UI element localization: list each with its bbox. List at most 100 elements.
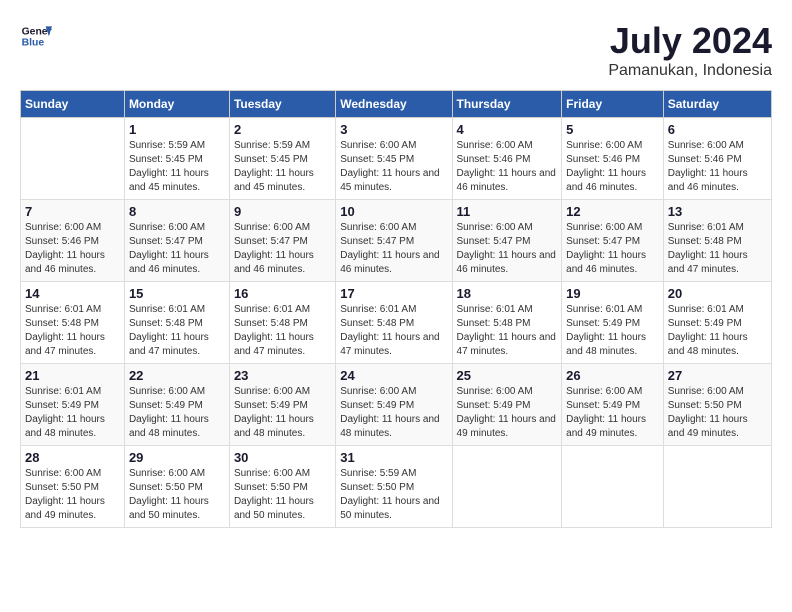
day-number: 5 xyxy=(566,122,659,137)
calendar-week-row: 7 Sunrise: 6:00 AMSunset: 5:46 PMDaylight… xyxy=(21,200,772,282)
day-info: Sunrise: 6:01 AMSunset: 5:48 PMDaylight:… xyxy=(668,221,767,277)
day-number: 10 xyxy=(340,204,447,219)
day-number: 30 xyxy=(234,450,331,465)
day-number: 3 xyxy=(340,122,447,137)
day-number: 21 xyxy=(25,368,120,383)
calendar-body: 1Sunrise: 5:59 AMSunset: 5:45 PMDaylight… xyxy=(21,118,772,528)
calendar-cell: 16 Sunrise: 6:01 AMSunset: 5:48 PMDayligh… xyxy=(229,282,335,364)
calendar-cell xyxy=(663,446,771,528)
day-number: 15 xyxy=(129,286,225,301)
calendar-cell: 25 Sunrise: 6:00 AMSunset: 5:49 PMDayligh… xyxy=(452,364,562,446)
day-info: Sunrise: 6:01 AMSunset: 5:48 PMDaylight:… xyxy=(129,303,225,359)
day-number: 18 xyxy=(457,286,558,301)
svg-text:Blue: Blue xyxy=(22,38,45,49)
calendar-header-monday: Monday xyxy=(124,91,229,118)
calendar-cell: 19Sunrise: 6:01 AMSunset: 5:49 PMDayligh… xyxy=(562,282,664,364)
day-info: Sunrise: 6:00 AMSunset: 5:45 PMDaylight:… xyxy=(340,139,447,195)
day-info: Sunrise: 5:59 AMSunset: 5:45 PMDaylight:… xyxy=(234,139,331,195)
day-number: 25 xyxy=(457,368,558,383)
calendar-header-wednesday: Wednesday xyxy=(336,91,452,118)
calendar-cell: 26Sunrise: 6:00 AMSunset: 5:49 PMDayligh… xyxy=(562,364,664,446)
calendar-header-friday: Friday xyxy=(562,91,664,118)
calendar-week-row: 14 Sunrise: 6:01 AMSunset: 5:48 PMDayligh… xyxy=(21,282,772,364)
calendar-header-sunday: Sunday xyxy=(21,91,125,118)
day-info: Sunrise: 6:01 AMSunset: 5:48 PMDaylight:… xyxy=(234,303,331,359)
calendar-cell: 6 Sunrise: 6:00 AMSunset: 5:46 PMDaylight… xyxy=(663,118,771,200)
calendar-week-row: 28 Sunrise: 6:00 AMSunset: 5:50 PMDayligh… xyxy=(21,446,772,528)
day-number: 4 xyxy=(457,122,558,137)
day-info: Sunrise: 6:00 AMSunset: 5:49 PMDaylight:… xyxy=(566,385,659,441)
day-info: Sunrise: 6:00 AMSunset: 5:47 PMDaylight:… xyxy=(457,221,558,277)
day-number: 16 xyxy=(234,286,331,301)
day-info: Sunrise: 6:00 AMSunset: 5:46 PMDaylight:… xyxy=(457,139,558,195)
calendar-cell xyxy=(452,446,562,528)
calendar-cell: 31 Sunrise: 5:59 AMSunset: 5:50 PMDayligh… xyxy=(336,446,452,528)
calendar-cell: 29 Sunrise: 6:00 AMSunset: 5:50 PMDayligh… xyxy=(124,446,229,528)
day-info: Sunrise: 6:00 AMSunset: 5:50 PMDaylight:… xyxy=(668,385,767,441)
day-info: Sunrise: 6:00 AMSunset: 5:49 PMDaylight:… xyxy=(457,385,558,441)
day-info: Sunrise: 6:01 AMSunset: 5:48 PMDaylight:… xyxy=(340,303,447,359)
page-title: July 2024 xyxy=(608,20,772,62)
calendar-cell: 10 Sunrise: 6:00 AMSunset: 5:47 PMDayligh… xyxy=(336,200,452,282)
calendar-cell: 22 Sunrise: 6:00 AMSunset: 5:49 PMDayligh… xyxy=(124,364,229,446)
day-number: 29 xyxy=(129,450,225,465)
day-info: Sunrise: 6:00 AMSunset: 5:50 PMDaylight:… xyxy=(234,467,331,523)
day-info: Sunrise: 6:00 AMSunset: 5:46 PMDaylight:… xyxy=(566,139,659,195)
day-number: 24 xyxy=(340,368,447,383)
calendar-cell: 8 Sunrise: 6:00 AMSunset: 5:47 PMDaylight… xyxy=(124,200,229,282)
day-number: 31 xyxy=(340,450,447,465)
page-subtitle: Pamanukan, Indonesia xyxy=(608,62,772,80)
title-area: July 2024 Pamanukan, Indonesia xyxy=(608,20,772,80)
day-number: 23 xyxy=(234,368,331,383)
day-number: 9 xyxy=(234,204,331,219)
day-info: Sunrise: 6:00 AMSunset: 5:46 PMDaylight:… xyxy=(668,139,767,195)
day-number: 28 xyxy=(25,450,120,465)
calendar-cell xyxy=(21,118,125,200)
calendar-cell: 15 Sunrise: 6:01 AMSunset: 5:48 PMDayligh… xyxy=(124,282,229,364)
day-info: Sunrise: 5:59 AMSunset: 5:45 PMDaylight:… xyxy=(129,139,225,195)
day-number: 12 xyxy=(566,204,659,219)
day-number: 22 xyxy=(129,368,225,383)
calendar-cell: 20 Sunrise: 6:01 AMSunset: 5:49 PMDayligh… xyxy=(663,282,771,364)
day-info: Sunrise: 6:00 AMSunset: 5:47 PMDaylight:… xyxy=(566,221,659,277)
calendar-cell: 21Sunrise: 6:01 AMSunset: 5:49 PMDayligh… xyxy=(21,364,125,446)
day-info: Sunrise: 6:00 AMSunset: 5:49 PMDaylight:… xyxy=(340,385,447,441)
calendar-table: SundayMondayTuesdayWednesdayThursdayFrid… xyxy=(20,90,772,528)
calendar-cell: 27Sunrise: 6:00 AMSunset: 5:50 PMDayligh… xyxy=(663,364,771,446)
day-number: 17 xyxy=(340,286,447,301)
day-info: Sunrise: 6:00 AMSunset: 5:50 PMDaylight:… xyxy=(25,467,120,523)
calendar-cell: 30 Sunrise: 6:00 AMSunset: 5:50 PMDayligh… xyxy=(229,446,335,528)
day-info: Sunrise: 6:00 AMSunset: 5:49 PMDaylight:… xyxy=(129,385,225,441)
calendar-week-row: 21Sunrise: 6:01 AMSunset: 5:49 PMDayligh… xyxy=(21,364,772,446)
day-info: Sunrise: 6:00 AMSunset: 5:47 PMDaylight:… xyxy=(129,221,225,277)
day-info: Sunrise: 6:00 AMSunset: 5:50 PMDaylight:… xyxy=(129,467,225,523)
calendar-cell: 2 Sunrise: 5:59 AMSunset: 5:45 PMDaylight… xyxy=(229,118,335,200)
day-info: Sunrise: 6:00 AMSunset: 5:46 PMDaylight:… xyxy=(25,221,120,277)
day-info: Sunrise: 6:00 AMSunset: 5:47 PMDaylight:… xyxy=(234,221,331,277)
calendar-cell: 5 Sunrise: 6:00 AMSunset: 5:46 PMDaylight… xyxy=(562,118,664,200)
calendar-cell: 23Sunrise: 6:00 AMSunset: 5:49 PMDayligh… xyxy=(229,364,335,446)
day-number: 20 xyxy=(668,286,767,301)
day-info: Sunrise: 6:00 AMSunset: 5:47 PMDaylight:… xyxy=(340,221,447,277)
calendar-cell: 11Sunrise: 6:00 AMSunset: 5:47 PMDayligh… xyxy=(452,200,562,282)
calendar-cell: 13Sunrise: 6:01 AMSunset: 5:48 PMDayligh… xyxy=(663,200,771,282)
day-info: Sunrise: 5:59 AMSunset: 5:50 PMDaylight:… xyxy=(340,467,447,523)
calendar-cell: 24 Sunrise: 6:00 AMSunset: 5:49 PMDayligh… xyxy=(336,364,452,446)
calendar-cell: 1Sunrise: 5:59 AMSunset: 5:45 PMDaylight… xyxy=(124,118,229,200)
day-info: Sunrise: 6:01 AMSunset: 5:49 PMDaylight:… xyxy=(566,303,659,359)
day-number: 6 xyxy=(668,122,767,137)
day-info: Sunrise: 6:01 AMSunset: 5:49 PMDaylight:… xyxy=(668,303,767,359)
day-number: 14 xyxy=(25,286,120,301)
calendar-cell: 12 Sunrise: 6:00 AMSunset: 5:47 PMDayligh… xyxy=(562,200,664,282)
calendar-cell: 28 Sunrise: 6:00 AMSunset: 5:50 PMDayligh… xyxy=(21,446,125,528)
logo-icon: General Blue xyxy=(20,20,52,52)
calendar-cell xyxy=(562,446,664,528)
day-number: 2 xyxy=(234,122,331,137)
logo: General Blue xyxy=(20,20,52,52)
calendar-cell: 9 Sunrise: 6:00 AMSunset: 5:47 PMDaylight… xyxy=(229,200,335,282)
calendar-cell: 14Sunrise: 6:01 AMSunset: 5:48 PMDayligh… xyxy=(21,282,125,364)
calendar-cell: 17 Sunrise: 6:01 AMSunset: 5:48 PMDayligh… xyxy=(336,282,452,364)
day-number: 7 xyxy=(25,204,120,219)
calendar-cell: 7 Sunrise: 6:00 AMSunset: 5:46 PMDaylight… xyxy=(21,200,125,282)
day-number: 8 xyxy=(129,204,225,219)
